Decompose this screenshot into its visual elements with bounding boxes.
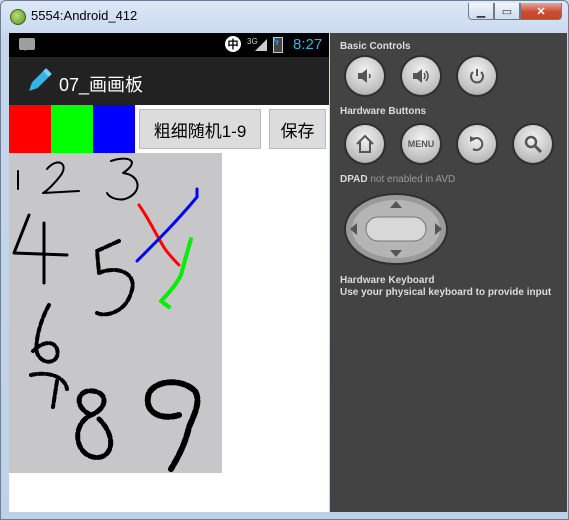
close-button[interactable]: ✕ [520, 3, 562, 20]
hardware-buttons-heading: Hardware Buttons [340, 106, 427, 117]
dpad-control[interactable] [344, 193, 448, 265]
battery-icon [273, 36, 283, 53]
android-emulator-icon [10, 9, 26, 25]
paint-controls: 粗细随机1-9 保存 [9, 105, 329, 153]
drawing-strokes [12, 157, 201, 472]
stroke-digit-6 [29, 303, 69, 409]
emulator-controls-panel: Basic Controls Hardware Buttons MENU DPA… [330, 33, 567, 512]
device-screen: 中 3G 8:27 07_画画板 粗细随机1-9 保存 [9, 33, 329, 512]
home-button[interactable] [346, 125, 384, 163]
status-bar: 中 3G 8:27 [9, 33, 329, 57]
color-blue-swatch[interactable] [93, 105, 135, 153]
save-button[interactable]: 保存 [269, 109, 326, 149]
power-icon [470, 69, 484, 84]
stroke-digit-5 [95, 239, 135, 317]
stroke-digit-8 [75, 388, 114, 460]
ime-icon: 中 [225, 36, 241, 52]
menu-button-label: MENU [407, 139, 435, 149]
color-red-swatch[interactable] [9, 105, 51, 153]
dpad-title: DPAD [340, 174, 368, 185]
dpad-note: not enabled in AVD [370, 174, 456, 185]
search-button[interactable] [514, 125, 552, 163]
drawing-canvas[interactable] [9, 153, 222, 473]
keyboard-heading: Hardware Keyboard [340, 275, 435, 286]
signal-icon [255, 39, 267, 51]
basic-controls-heading: Basic Controls [340, 41, 411, 52]
random-stroke-width-button[interactable]: 粗细随机1-9 [139, 109, 261, 149]
volume-down-button[interactable] [346, 57, 384, 95]
window-title: 5554:Android_412 [31, 8, 138, 23]
minimize-button[interactable]: ▁ [468, 3, 494, 20]
stroke-digit-9 [144, 379, 201, 472]
stroke-digit-4 [12, 213, 69, 285]
close-icon: ✕ [536, 5, 546, 18]
volume-down-icon [358, 69, 371, 83]
status-clock: 8:27 [293, 36, 323, 53]
power-button[interactable] [458, 57, 496, 95]
maximize-icon: ▭ [501, 5, 513, 18]
color-green-swatch[interactable] [51, 105, 93, 153]
back-icon [470, 136, 484, 151]
dpad-center-button[interactable] [365, 216, 427, 242]
back-button[interactable] [458, 125, 496, 163]
minimize-icon: ▁ [476, 5, 486, 18]
maximize-button[interactable]: ▭ [494, 3, 520, 20]
menu-button[interactable]: MENU [402, 125, 440, 163]
title-bar[interactable]: 5554:Android_412 ▁ ▭ ✕ [1, 1, 568, 31]
search-icon [524, 135, 543, 154]
app-title: 07_画画板 [59, 75, 144, 95]
pencil-icon [29, 68, 52, 91]
action-bar: 07_画画板 [9, 57, 329, 105]
emulator-window: 5554:Android_412 ▁ ▭ ✕ 中 3G 8:27 07_ [0, 0, 569, 520]
volume-up-button[interactable] [402, 57, 440, 95]
stroke-digit-3 [106, 157, 139, 201]
stroke-red [137, 203, 181, 267]
keyboard-note: Use your physical keyboard to provide in… [340, 287, 552, 298]
volume-up-icon [413, 69, 429, 83]
stroke-digit-2 [42, 161, 80, 194]
dpad-heading: DPAD not enabled in AVD [340, 174, 455, 185]
notification-icon [19, 38, 35, 51]
home-icon [356, 134, 374, 153]
